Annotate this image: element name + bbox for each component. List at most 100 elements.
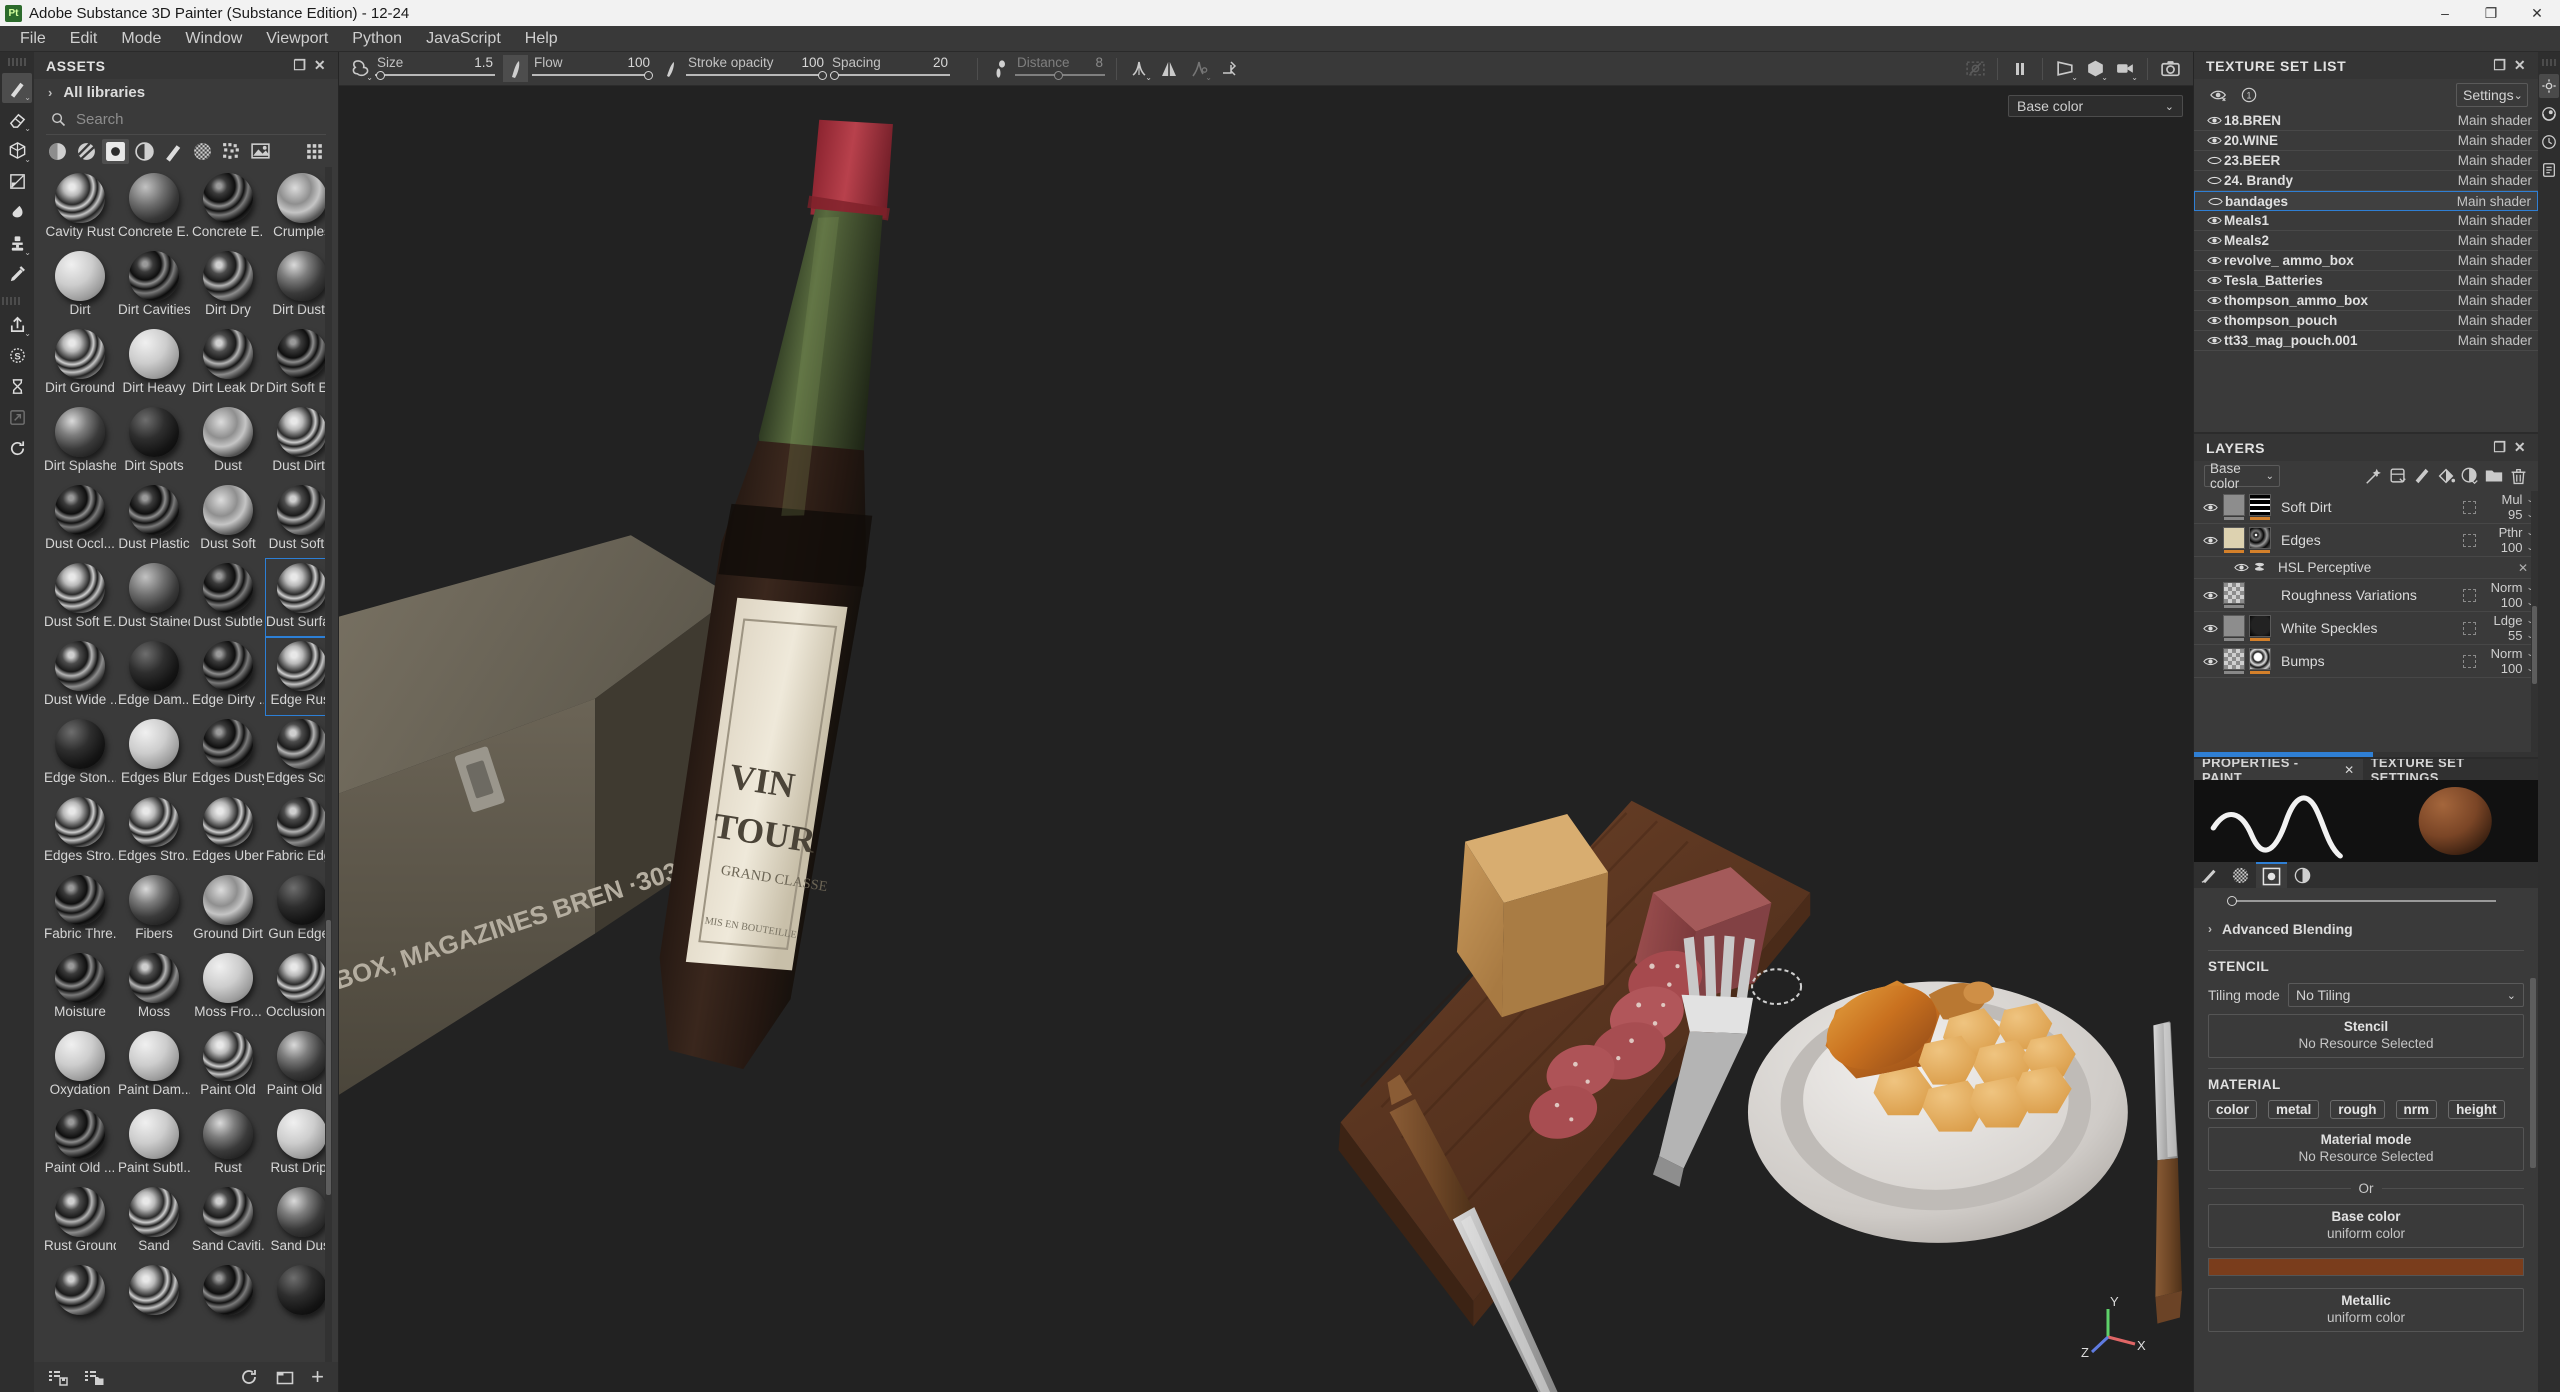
filter-smart-materials-icon[interactable] <box>73 139 100 164</box>
eraser-tool-icon[interactable]: ⌄ <box>2 104 32 134</box>
mirror-icon[interactable] <box>1154 54 1184 84</box>
layer-opacity[interactable]: 100⌄ <box>2501 595 2534 610</box>
substance-engine-icon[interactable]: S <box>2 340 32 370</box>
eye-hidden-icon[interactable] <box>2205 196 2225 207</box>
layer-opacity[interactable]: 100⌄ <box>2501 661 2534 676</box>
layer-row[interactable]: Roughness Variations Norm⌄ 100⌄ <box>2194 579 2538 612</box>
texture-set-row[interactable]: Meals2 Main shader <box>2194 231 2538 251</box>
layer-visibility-icon[interactable] <box>2198 535 2222 546</box>
asset-item[interactable]: Edges Blur <box>118 715 190 793</box>
asset-item[interactable]: Dust Soft <box>192 481 264 559</box>
asset-item[interactable]: Paint Old ... <box>266 1027 332 1105</box>
layer-blend-mode[interactable]: Mul⌄ <box>2502 492 2535 507</box>
eye-visible-icon[interactable] <box>2204 235 2224 246</box>
eye-hidden-icon[interactable] <box>2204 155 2224 166</box>
asset-item[interactable]: Rust <box>192 1105 264 1183</box>
slider-flow[interactable]: Flow 100 <box>532 52 654 86</box>
texture-set-row[interactable]: thompson_pouch Main shader <box>2194 311 2538 331</box>
material-channel-chip-height[interactable]: height <box>2448 1100 2505 1119</box>
viewport-layout-icon[interactable]: ⌄ <box>2050 54 2080 84</box>
tiling-mode-dropdown[interactable]: No Tiling ⌄ <box>2288 983 2524 1007</box>
slider-stroke_opacity[interactable]: Stroke opacity 100 <box>686 52 827 86</box>
layer-blend-mode[interactable]: Pthr⌄ <box>2499 525 2534 540</box>
layer-row[interactable]: Soft Dirt Mul⌄ 95⌄ <box>2194 491 2538 524</box>
assets-maximize-icon[interactable]: ❐ <box>290 56 310 76</box>
asset-item[interactable]: Dirt Ground <box>44 325 116 403</box>
asset-item[interactable]: Dirt Soft E... <box>266 325 332 403</box>
pause-engine-icon[interactable] <box>2005 54 2035 84</box>
asset-item[interactable]: Ground Dirt <box>192 871 264 949</box>
asset-item[interactable]: Crumples <box>266 169 332 247</box>
screenshot-icon[interactable] <box>2155 54 2185 84</box>
stencil-drop-zone[interactable]: Stencil No Resource Selected <box>2208 1014 2524 1058</box>
filter-smart-masks-icon[interactable] <box>131 139 158 164</box>
search-input[interactable] <box>70 111 326 128</box>
asset-item[interactable] <box>266 1261 332 1339</box>
layer-mask-placeholder[interactable] <box>2463 533 2476 547</box>
solo-single-icon[interactable]: 1 <box>2234 82 2264 108</box>
add-folder-icon[interactable] <box>2482 464 2506 488</box>
view-grid-icon[interactable] <box>301 139 328 164</box>
menu-item-javascript[interactable]: JavaScript <box>414 26 513 52</box>
brush-preset-icon[interactable]: ⌄ <box>345 54 375 84</box>
display-mode-icon[interactable]: ⌄ <box>2080 54 2110 84</box>
add-fill-layer-icon[interactable] <box>2434 464 2458 488</box>
import-resources-icon[interactable] <box>48 1367 68 1387</box>
color-picker-tool-icon[interactable] <box>2 259 32 289</box>
layer-mask-thumbnail[interactable] <box>2248 493 2272 521</box>
material-channel-chip-rough[interactable]: rough <box>2330 1100 2385 1119</box>
asset-item[interactable]: Sand <box>118 1183 190 1261</box>
assets-scrollbar[interactable] <box>325 167 332 1362</box>
asset-item[interactable]: Dust Occl... <box>44 481 116 559</box>
texture-set-row[interactable]: revolve_ ammo_box Main shader <box>2194 251 2538 271</box>
layers-channel-dropdown[interactable]: Base color ⌄ <box>2204 461 2280 491</box>
add-paint-layer-icon[interactable] <box>2410 464 2434 488</box>
layer-mask-thumbnail[interactable] <box>2248 526 2272 554</box>
eye-visible-icon[interactable] <box>2204 295 2224 306</box>
slider-distance[interactable]: Distance 8 <box>1015 52 1105 86</box>
eye-visible-icon[interactable] <box>2204 115 2224 126</box>
asset-item[interactable]: Rust Drips <box>266 1105 332 1183</box>
asset-item[interactable]: Dust Subtle <box>192 559 264 637</box>
texture-set-row[interactable]: Tesla_Batteries Main shader <box>2194 271 2538 291</box>
symmetry-plane-icon[interactable]: ⌄ <box>1184 54 1214 84</box>
refresh-icon[interactable] <box>2 433 32 463</box>
filter-brushes-icon[interactable] <box>160 139 187 164</box>
texture-set-settings-dropdown[interactable]: Settings ⌄ <box>2456 83 2528 107</box>
asset-item[interactable]: Concrete E... <box>118 169 190 247</box>
asset-item[interactable] <box>44 1261 116 1339</box>
asset-item[interactable]: Dust Soft E... <box>44 559 116 637</box>
asset-item[interactable]: Occlusion ... <box>266 949 332 1027</box>
close-button[interactable]: ✕ <box>2514 0 2560 26</box>
asset-item[interactable]: Dirt Leak Dry <box>192 325 264 403</box>
asset-item[interactable]: Dust Plastic <box>118 481 190 559</box>
asset-item[interactable] <box>192 1261 264 1339</box>
asset-item[interactable]: Moss Fro... <box>192 949 264 1027</box>
clone-stamp-tool-icon[interactable]: ⌄ <box>2 228 32 258</box>
asset-item[interactable]: Dirt Splashes <box>44 403 116 481</box>
reload-icon[interactable] <box>239 1367 259 1387</box>
layer-thumbnail[interactable] <box>2222 614 2246 642</box>
menu-item-help[interactable]: Help <box>513 26 570 52</box>
asset-item[interactable]: Paint Subtl... <box>118 1105 190 1183</box>
eye-visible-icon[interactable] <box>2204 255 2224 266</box>
texture-set-row[interactable]: 20.WINE Main shader <box>2194 131 2538 151</box>
asset-item[interactable]: Edge Rust <box>265 636 332 716</box>
axis-gizmo[interactable]: Y X Z <box>2078 1292 2148 1362</box>
layer-thumbnail[interactable] <box>2222 581 2246 609</box>
texture-set-list-maximize-icon[interactable]: ❐ <box>2490 56 2510 76</box>
add-effect-icon[interactable] <box>2362 464 2386 488</box>
assets-close-icon[interactable]: ✕ <box>310 56 330 76</box>
toggle-visibility-icon[interactable] <box>2204 82 2234 108</box>
menu-item-window[interactable]: Window <box>173 26 254 52</box>
material-settings-tab[interactable] <box>2256 862 2287 888</box>
layer-thumbnail[interactable] <box>2222 526 2246 554</box>
texture-set-list-close-icon[interactable]: ✕ <box>2510 56 2530 76</box>
texture-set-row[interactable]: bandages Main shader <box>2194 191 2538 211</box>
expand-arrows-icon[interactable] <box>2 402 32 432</box>
asset-item[interactable]: Edges Scra... <box>266 715 332 793</box>
history-icon[interactable] <box>2539 130 2559 154</box>
layer-visibility-icon[interactable] <box>2198 590 2222 601</box>
alpha-settings-tab[interactable] <box>2225 862 2256 888</box>
projection-tool-icon[interactable]: ⌄ <box>2 135 32 165</box>
